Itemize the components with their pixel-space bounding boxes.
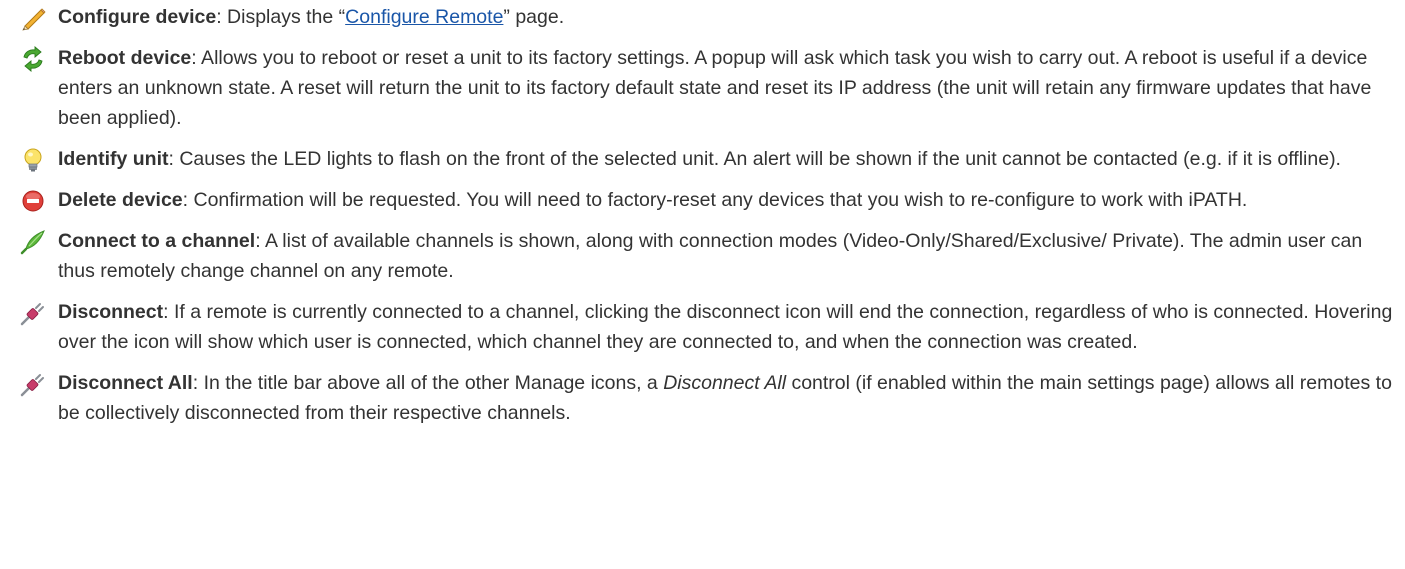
configure-remote-link[interactable]: Configure Remote: [345, 6, 503, 28]
term-disconnect: Disconnect: [58, 301, 164, 323]
term-configure-device: Configure device: [58, 6, 217, 28]
term-disconnect-all: Disconnect All: [58, 372, 193, 394]
disconnect-all-emphasis: Disconnect All: [663, 372, 787, 394]
icon-description-list: Configure device: Displays the “Configur…: [0, 0, 1405, 428]
list-item-disconnect: Disconnect: If a remote is currently con…: [0, 297, 1405, 357]
list-item-identify-unit: Identify unit: Causes the LED lights to …: [0, 144, 1405, 174]
description-disconnect: : If a remote is currently connected to …: [58, 301, 1393, 353]
description-configure-device-before: : Displays the “: [216, 6, 346, 28]
term-delete-device: Delete device: [58, 189, 183, 211]
list-item-delete-device: Delete device: Confirmation will be requ…: [0, 185, 1405, 215]
description-delete-device: : Confirmation will be requested. You wi…: [182, 189, 1248, 211]
description-configure-device-after: ” page.: [503, 6, 565, 28]
disconnect-plug-icon: [20, 300, 46, 326]
connect-plug-icon: [20, 229, 46, 255]
term-reboot-device: Reboot device: [58, 47, 192, 69]
description-identify-unit: : Causes the LED lights to flash on the …: [168, 148, 1341, 170]
description-disconnect-all-before: : In the title bar above all of the othe…: [192, 372, 664, 394]
term-connect-channel: Connect to a channel: [58, 230, 256, 252]
list-item-configure-device: Configure device: Displays the “Configur…: [0, 2, 1405, 32]
description-reboot-device: : Allows you to reboot or reset a unit t…: [58, 47, 1372, 129]
pencil-icon: [20, 5, 46, 31]
lightbulb-icon: [20, 147, 46, 173]
term-identify-unit: Identify unit: [58, 148, 169, 170]
delete-icon: [20, 188, 46, 214]
refresh-arrows-icon: [20, 46, 46, 72]
list-item-connect-channel: Connect to a channel: A list of availabl…: [0, 226, 1405, 286]
disconnect-all-icon: [20, 371, 46, 397]
list-item-disconnect-all: Disconnect All: In the title bar above a…: [0, 368, 1405, 428]
list-item-reboot-device: Reboot device: Allows you to reboot or r…: [0, 43, 1405, 133]
